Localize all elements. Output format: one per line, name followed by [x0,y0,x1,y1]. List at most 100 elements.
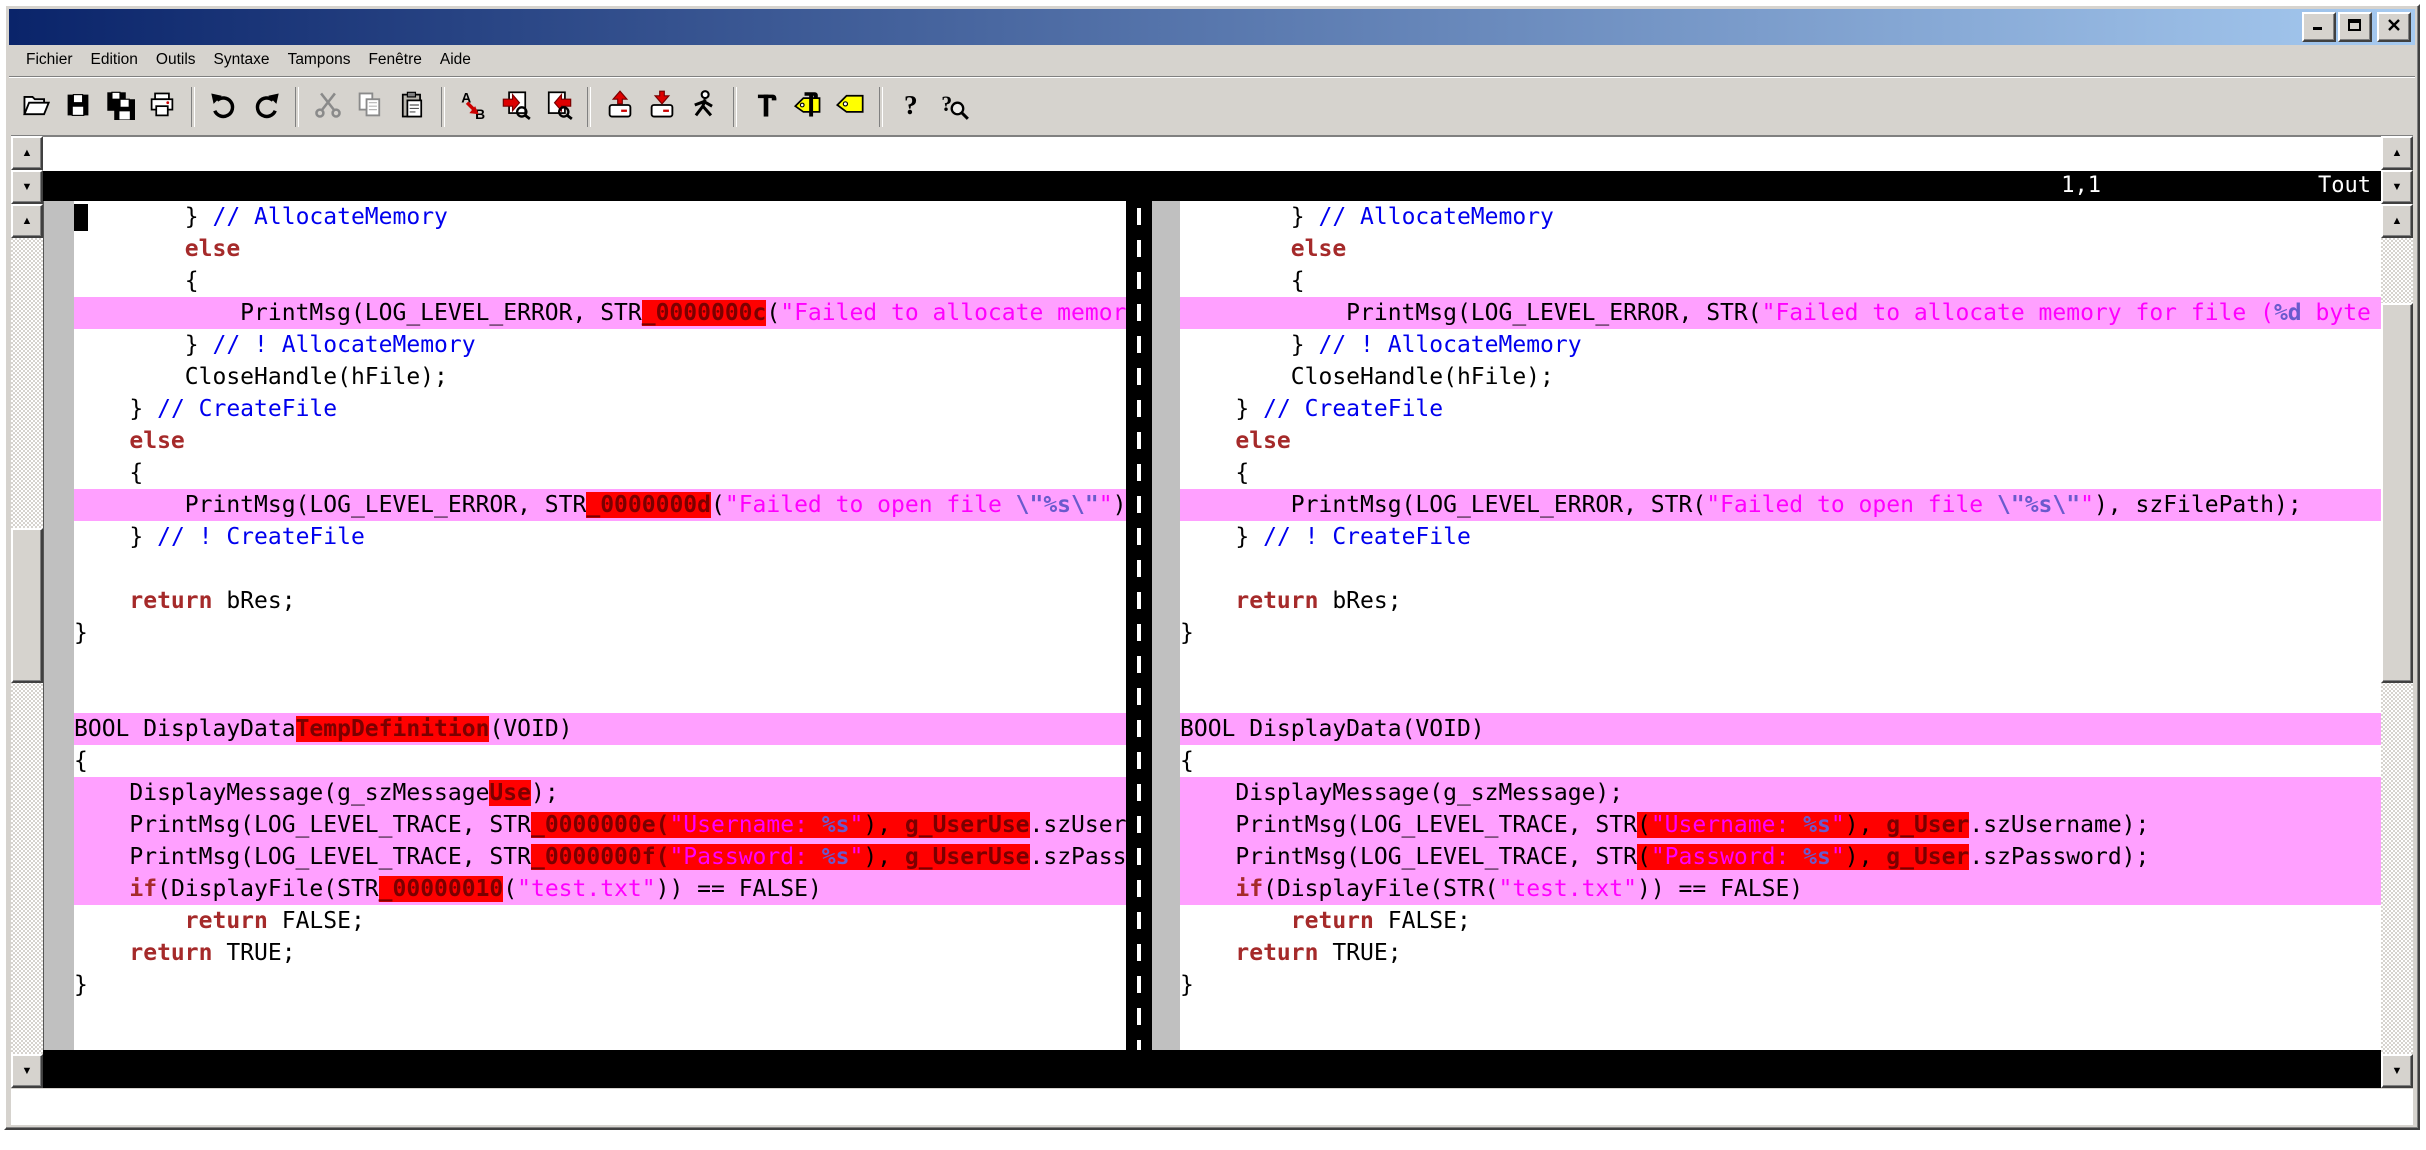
code-segment: } [1180,524,1263,550]
code-segment: "test.txt" [517,876,655,902]
scroll-up-icon[interactable]: ▲ [11,136,43,170]
code-segment: } [74,620,88,646]
code-line: PrintMsg(LOG_LEVEL_ERROR, STR("Failed to… [1180,297,2381,329]
clipboard-paste-icon [397,90,427,125]
scrollbar-track[interactable] [2381,238,2413,1054]
replace-a-b-icon: AB [459,90,489,125]
scroll-up-icon[interactable]: ▲ [2381,204,2413,238]
scrollbar-thumb[interactable] [2381,303,2413,683]
scroll-down-icon[interactable]: ▼ [2381,1054,2413,1088]
code-segment: ( [503,876,517,902]
undo-button[interactable] [203,86,245,128]
code-segment: BOOL DisplayData(VOID) [1180,716,1485,742]
code-segment: DisplayMessage(g_szMessage [74,780,489,806]
code-segment: if [1235,876,1263,902]
scroll-down-icon[interactable]: ▼ [11,170,43,204]
open-file-button[interactable] [15,86,57,128]
help-button[interactable]: ? [891,86,933,128]
code-line: return FALSE; [74,905,1126,937]
buffer-tabline[interactable]: [1:display.cpp]*[2:_display.cpp]* [43,136,2381,171]
scrollbar-track[interactable] [11,238,43,1054]
scroll-down-icon[interactable]: ▼ [2381,170,2413,204]
session-load-icon [605,90,635,125]
paste-button[interactable] [391,86,433,128]
code-segment: PrintMsg(LOG_LEVEL_TRACE, STR [74,844,531,870]
code-line: PrintMsg(LOG_LEVEL_ERROR, STR_0000000c("… [74,297,1126,329]
code-segment: ( [1637,844,1651,870]
code-segment: " [1831,844,1845,870]
code-line: } // ! AllocateMemory [1180,329,2381,361]
scroll-up-icon[interactable]: ▲ [2381,136,2413,170]
code-segment: g_User [1886,812,1969,838]
build-tags-button[interactable] [787,86,829,128]
menu-fentre[interactable]: Fenêtre [359,47,430,73]
find-help-button[interactable]: ? [933,86,975,128]
run-script-button[interactable] [683,86,725,128]
code-segment: %d [2274,300,2302,326]
make-button[interactable] [745,86,787,128]
menu-fichier[interactable]: Fichier [17,47,82,73]
scroll-up-icon[interactable]: ▲ [11,204,43,238]
right-scrollbar[interactable]: ▲ ▼ ▲ ▼ [2381,136,2413,1088]
question-magnifier-icon: ? [939,90,969,125]
window-separator[interactable] [1126,201,1152,1050]
code-segment: "Failed to allocate memor [780,300,1126,326]
save-file-button[interactable] [57,86,99,128]
code-line: } // ! CreateFile [1180,521,2381,553]
code-segment: else [1235,428,1290,454]
cut-button[interactable] [307,86,349,128]
code-segment: else [129,428,184,454]
find-next-button[interactable] [495,86,537,128]
titlebar[interactable] [9,9,2415,45]
minimize-icon [2312,18,2326,36]
right-code-pane[interactable]: } // AllocateMemory else { PrintMsg(LOG_… [1180,201,2381,1050]
code-line: CloseHandle(hFile); [1180,361,2381,393]
command-line[interactable] [11,1088,2413,1125]
maximize-icon [2348,18,2362,36]
left-code-pane[interactable]: } // AllocateMemory else { PrintMsg(LOG_… [74,201,1126,1050]
find-previous-button[interactable] [537,86,579,128]
code-segment: "Failed to open file [1706,492,1997,518]
code-segment: } [1180,332,1318,358]
left-fold-column [43,201,74,1050]
code-segment: )) == FALSE) [1637,876,1803,902]
menu-edition[interactable]: Edition [82,47,147,73]
copy-button[interactable] [349,86,391,128]
find-next-doc-icon [501,90,531,125]
code-line: return bRes; [74,585,1126,617]
code-segment: g_UserUse [905,812,1030,838]
jump-to-tag-button[interactable] [829,86,871,128]
scrollbar-thumb[interactable] [11,528,43,683]
code-segment: ); [531,780,559,806]
left-scrollbar[interactable]: ▲ ▼ ▲ ▼ [11,136,43,1088]
code-segment: "Failed to allocate memory for file ( [1762,300,2274,326]
menu-aide[interactable]: Aide [431,47,480,73]
code-line: else [1180,233,2381,265]
tag-hammer-icon [793,90,823,125]
code-segment: { [74,460,143,486]
scroll-down-icon[interactable]: ▼ [11,1054,43,1088]
close-button[interactable] [2377,12,2411,42]
code-line: { [74,265,1126,297]
menu-tampons[interactable]: Tampons [279,47,360,73]
load-session-button[interactable] [599,86,641,128]
code-segment [74,876,129,902]
find-replace-button[interactable]: AB [453,86,495,128]
toolbar-separator [441,87,445,127]
code-segment: CloseHandle(hFile); [74,364,448,390]
code-segment [74,908,185,934]
print-button[interactable] [141,86,183,128]
minimize-button[interactable] [2302,12,2336,42]
menu-outils[interactable]: Outils [147,47,205,73]
code-segment: (DisplayFile(STR( [1263,876,1498,902]
code-line: else [1180,425,2381,457]
code-segment: return [185,908,268,934]
code-segment: BOOL DisplayData [74,716,296,742]
menu-syntaxe[interactable]: Syntaxe [205,47,279,73]
save-all-button[interactable] [99,86,141,128]
save-session-button[interactable] [641,86,683,128]
code-segment: "Failed to open file [725,492,1016,518]
maximize-button[interactable] [2338,12,2372,42]
redo-button[interactable] [245,86,287,128]
code-segment: ), szFilePath); [2094,492,2302,518]
